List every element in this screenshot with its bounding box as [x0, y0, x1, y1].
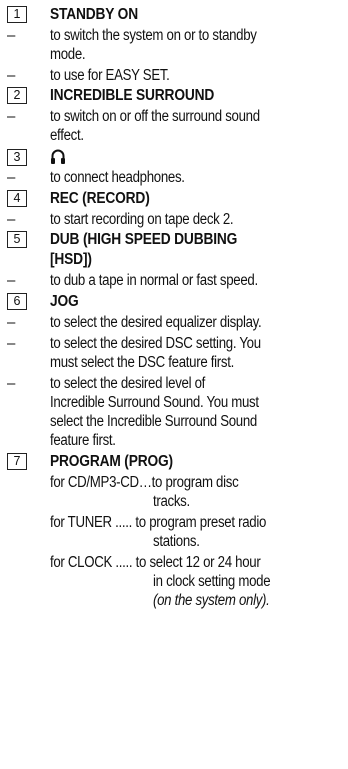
headphones-icon [51, 149, 65, 164]
bullet-dash: – [7, 27, 16, 44]
item-title-standby-on: STANDBY ON [50, 6, 138, 23]
item-title-dub: DUB (HIGH SPEED DUBBING [50, 231, 238, 248]
bullet-text: to switch on or off the surround sound [50, 108, 260, 125]
item-number-1: 1 [7, 6, 27, 23]
bullet-dash: – [7, 314, 16, 331]
item-number-4: 4 [7, 190, 27, 207]
bullet-text: to connect headphones. [50, 169, 185, 186]
mode-tuner-text: stations. [153, 533, 200, 550]
bullet-dash: – [7, 272, 16, 289]
mode-cd-label: for CD/MP3-CD…to program disc [50, 474, 239, 491]
item-number-5: 5 [7, 231, 27, 248]
manual-page: 1 STANDBY ON – to switch the system on o… [0, 0, 348, 769]
bullet-text-cont: feature first. [50, 432, 116, 449]
bullet-text: to select the desired equalizer display. [50, 314, 262, 331]
item-title-incredible-surround: INCREDIBLE SURROUND [50, 87, 215, 104]
bullet-dash: – [7, 375, 16, 392]
mode-tuner-label: for TUNER ..... to program preset radio [50, 514, 267, 531]
bullet-text: to select the desired DSC setting. You [50, 335, 261, 352]
bullet-text-cont: mode. [50, 46, 86, 63]
bullet-dash: – [7, 67, 16, 84]
item-number-3: 3 [7, 149, 27, 166]
bullet-text: to select the desired level of [50, 375, 206, 392]
bullet-dash: – [7, 211, 16, 228]
item-title-program: PROGRAM (PROG) [50, 453, 173, 470]
bullet-text-cont: must select the DSC feature first. [50, 354, 234, 371]
bullet-text: to start recording on tape deck 2. [50, 211, 234, 228]
bullet-dash: – [7, 335, 16, 352]
bullet-dash: – [7, 169, 16, 186]
item-title-dub-cont: [HSD]) [50, 251, 92, 268]
mode-clock-label: for CLOCK ..... to select 12 or 24 hour [50, 554, 261, 571]
bullet-text-cont: effect. [50, 127, 84, 144]
mode-clock-note: (on the system only). [153, 592, 270, 609]
bullet-text-cont: select the Incredible Surround Sound [50, 413, 257, 430]
bullet-text: to switch the system on or to standby [50, 27, 257, 44]
bullet-text: to use for EASY SET. [50, 67, 170, 84]
item-number-2: 2 [7, 87, 27, 104]
bullet-dash: – [7, 108, 16, 125]
item-number-7: 7 [7, 453, 27, 470]
item-title-rec: REC (RECORD) [50, 190, 150, 207]
mode-clock-text: in clock setting mode [153, 573, 271, 590]
item-number-6: 6 [7, 293, 27, 310]
mode-cd-text: tracks. [153, 493, 190, 510]
bullet-text: to dub a tape in normal or fast speed. [50, 272, 258, 289]
bullet-text-cont: Incredible Surround Sound. You must [50, 394, 259, 411]
item-title-jog: JOG [50, 293, 79, 310]
